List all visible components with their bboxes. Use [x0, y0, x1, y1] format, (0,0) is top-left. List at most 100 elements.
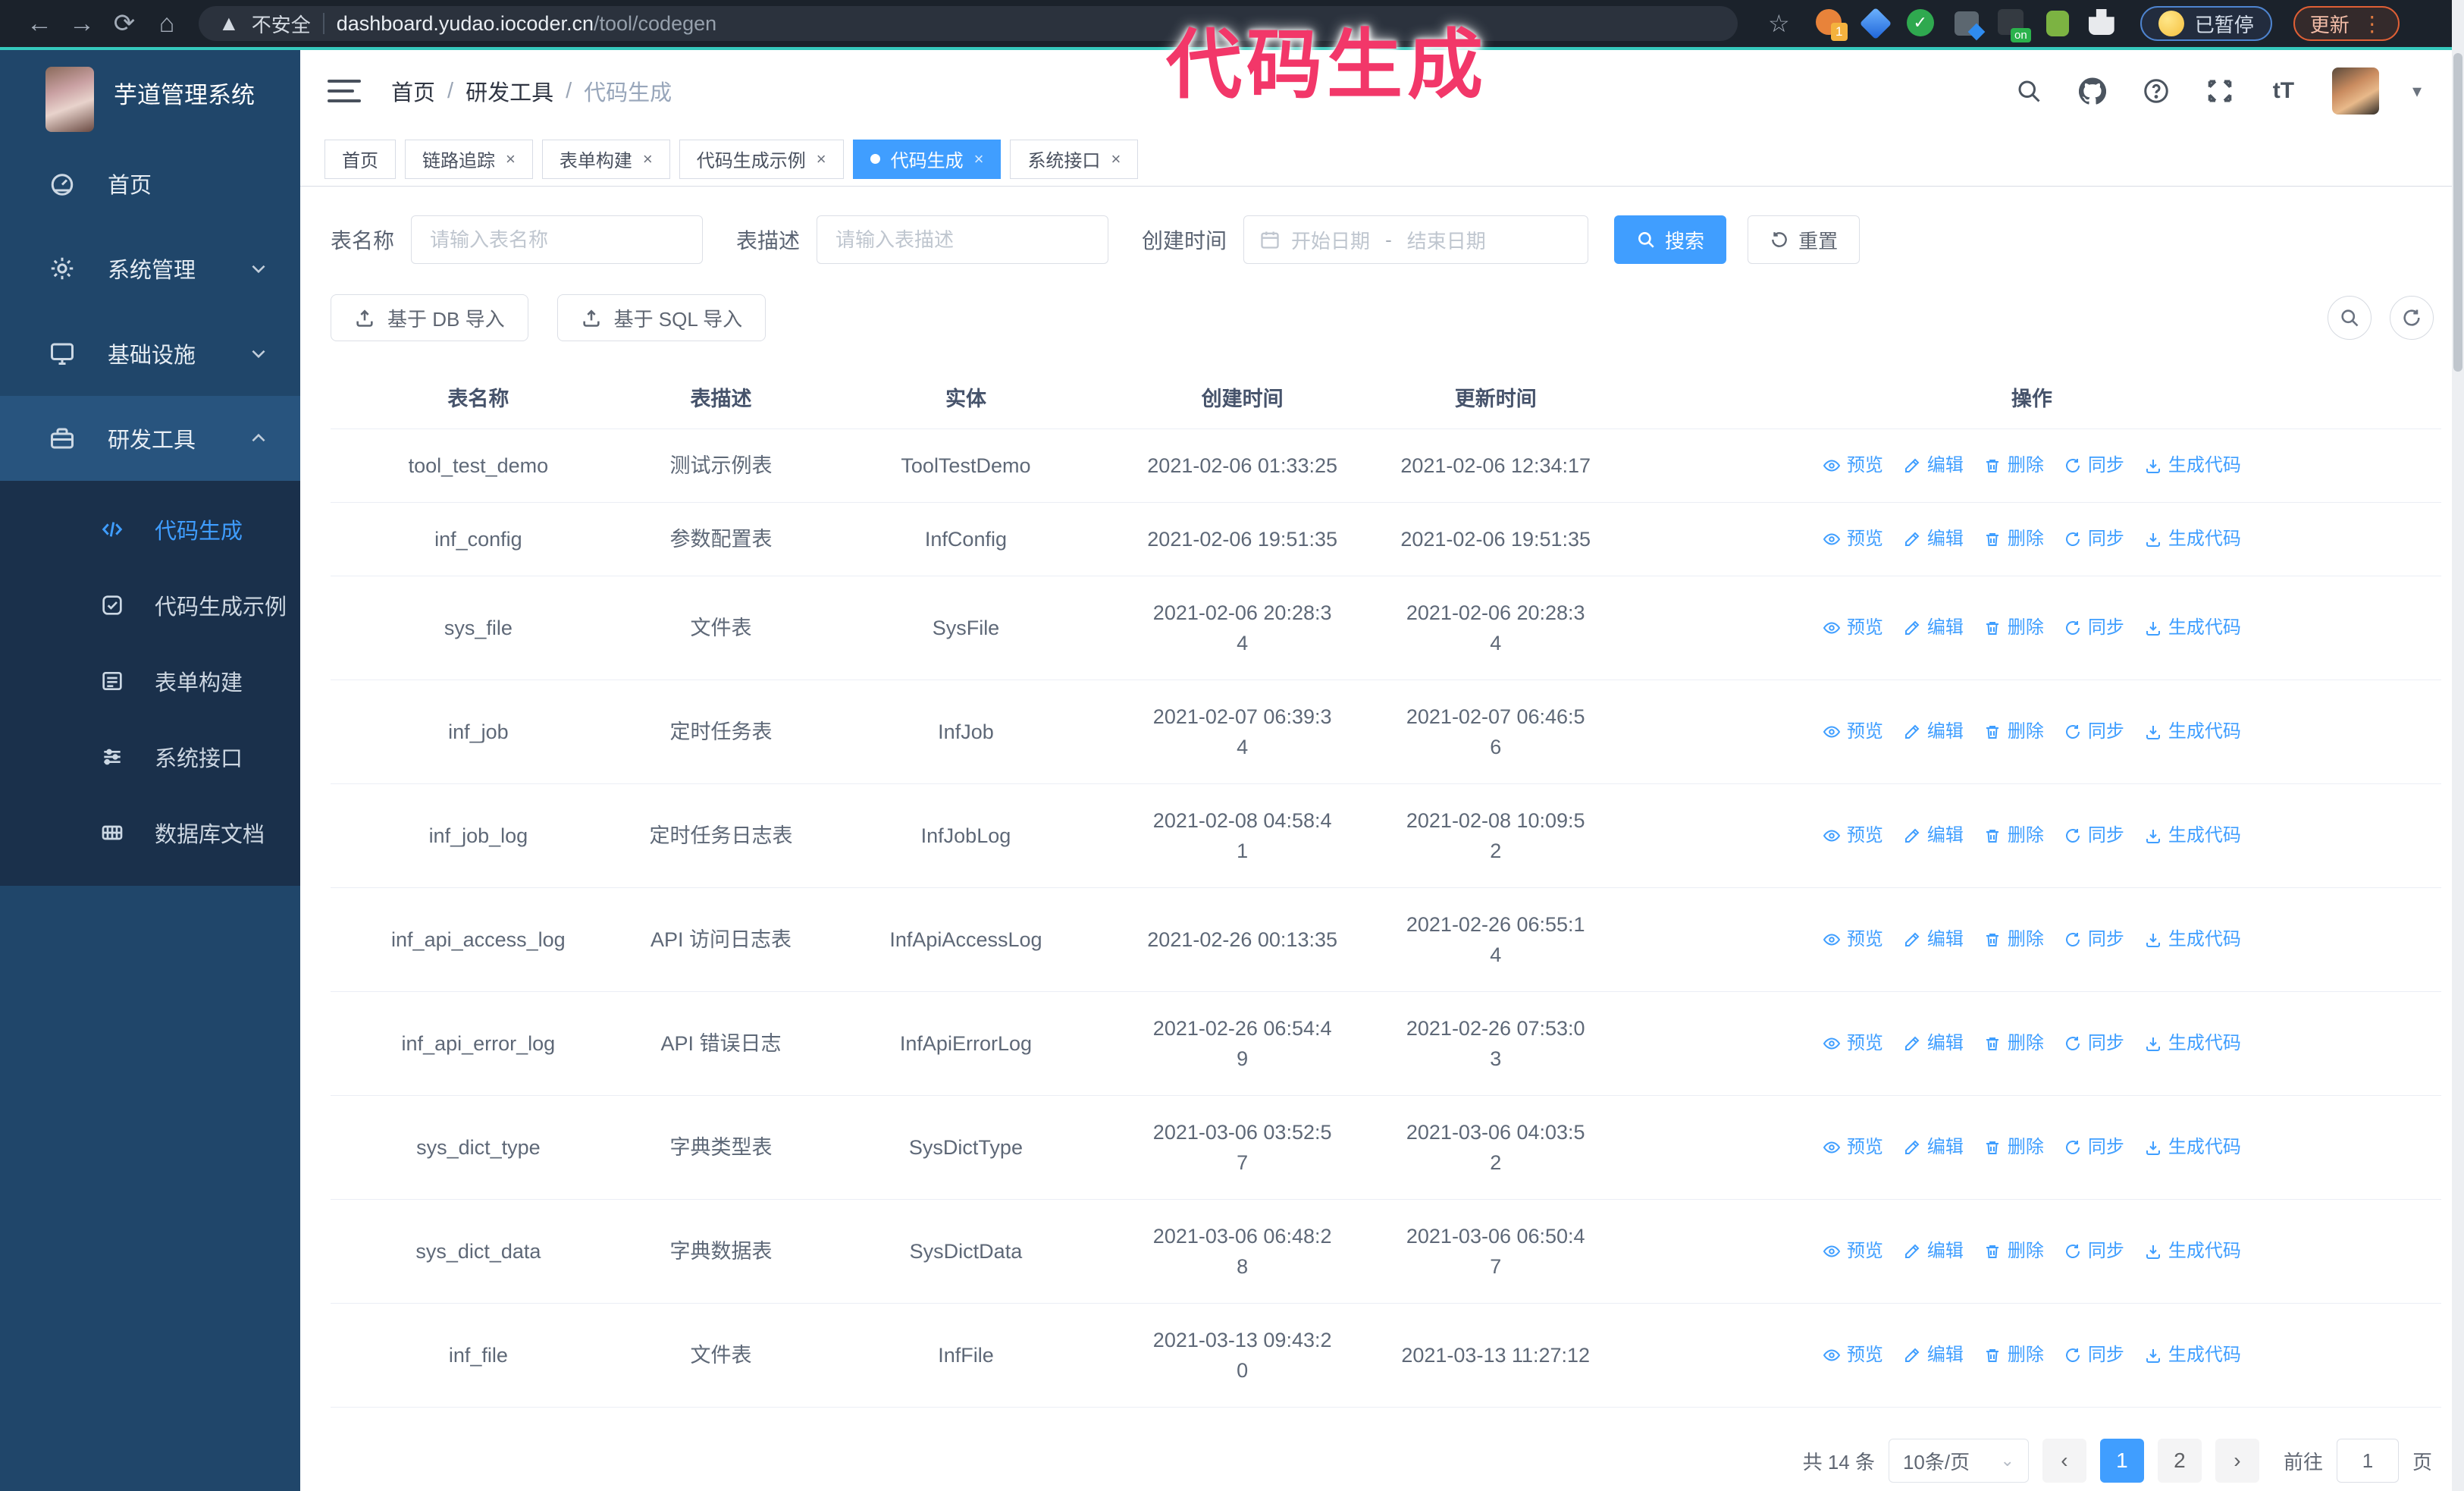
- table-name-input[interactable]: [411, 215, 704, 264]
- action-edit-link[interactable]: 编辑: [1903, 1132, 1964, 1163]
- sidebar-collapse-icon[interactable]: [328, 76, 361, 106]
- action-sync-link[interactable]: 同步: [2064, 524, 2124, 554]
- action-preview-link[interactable]: 预览: [1823, 924, 1883, 955]
- refresh-button[interactable]: [2390, 296, 2434, 340]
- import-sql-button[interactable]: 基于 SQL 导入: [556, 294, 766, 341]
- action-preview-link[interactable]: 预览: [1823, 1132, 1883, 1163]
- page-button-1[interactable]: 1: [2099, 1439, 2144, 1483]
- extension-puzzle-icon[interactable]: [2088, 9, 2118, 38]
- scrollbar-thumb[interactable]: [2453, 53, 2462, 372]
- breadcrumb-tools[interactable]: 研发工具: [466, 75, 553, 107]
- action-generate-link[interactable]: 生成代码: [2144, 524, 2241, 554]
- action-delete-link[interactable]: 删除: [1983, 1028, 2044, 1059]
- action-edit-link[interactable]: 编辑: [1903, 1340, 1964, 1370]
- action-preview-link[interactable]: 预览: [1823, 1028, 1883, 1059]
- action-preview-link[interactable]: 预览: [1823, 613, 1883, 643]
- action-edit-link[interactable]: 编辑: [1903, 924, 1964, 955]
- browser-home-icon[interactable]: ⌂: [146, 5, 188, 42]
- action-sync-link[interactable]: 同步: [2064, 1028, 2124, 1059]
- action-generate-link[interactable]: 生成代码: [2144, 821, 2241, 851]
- help-icon[interactable]: [2141, 76, 2171, 106]
- action-generate-link[interactable]: 生成代码: [2144, 450, 2241, 481]
- extension-icon[interactable]: 1: [1815, 9, 1848, 41]
- user-avatar[interactable]: [2331, 67, 2379, 115]
- action-edit-link[interactable]: 编辑: [1903, 524, 1964, 554]
- action-delete-link[interactable]: 删除: [1983, 524, 2044, 554]
- import-db-button[interactable]: 基于 DB 导入: [331, 294, 528, 341]
- action-edit-link[interactable]: 编辑: [1903, 1028, 1964, 1059]
- action-edit-link[interactable]: 编辑: [1903, 613, 1964, 643]
- fullscreen-icon[interactable]: [2205, 76, 2235, 106]
- action-sync-link[interactable]: 同步: [2064, 924, 2124, 955]
- breadcrumb-home[interactable]: 首页: [391, 75, 435, 107]
- prev-page-button[interactable]: ‹: [2042, 1439, 2086, 1483]
- avatar-caret-down-icon[interactable]: ▾: [2412, 80, 2422, 102]
- action-generate-link[interactable]: 生成代码: [2144, 613, 2241, 643]
- font-size-icon[interactable]: tT: [2268, 76, 2299, 106]
- extension-on-icon[interactable]: on: [1997, 9, 2031, 42]
- action-delete-link[interactable]: 删除: [1983, 450, 2044, 481]
- action-sync-link[interactable]: 同步: [2064, 1236, 2124, 1267]
- action-generate-link[interactable]: 生成代码: [2144, 1340, 2241, 1370]
- search-icon[interactable]: [2014, 76, 2044, 106]
- tab-5[interactable]: 系统接口 ×: [1010, 139, 1139, 179]
- sidebar-subitem-3[interactable]: 系统接口: [0, 719, 300, 795]
- tab-close-icon[interactable]: ×: [506, 149, 516, 169]
- action-generate-link[interactable]: 生成代码: [2144, 1028, 2241, 1059]
- goto-page-input[interactable]: [2336, 1439, 2399, 1483]
- bookmark-star-icon[interactable]: ☆: [1768, 9, 1790, 38]
- sidebar-item-2[interactable]: 基础设施: [0, 311, 300, 396]
- action-edit-link[interactable]: 编辑: [1903, 821, 1964, 851]
- date-range-picker[interactable]: 开始日期 - 结束日期: [1243, 215, 1589, 264]
- vertical-scrollbar[interactable]: [2452, 0, 2464, 1491]
- action-sync-link[interactable]: 同步: [2064, 613, 2124, 643]
- action-generate-link[interactable]: 生成代码: [2144, 1132, 2241, 1163]
- paused-extension-pill[interactable]: 已暂停: [2140, 6, 2272, 41]
- extension-gem-icon[interactable]: [1859, 7, 1892, 40]
- action-sync-link[interactable]: 同步: [2064, 1340, 2124, 1370]
- github-icon[interactable]: [2077, 76, 2108, 106]
- table-desc-input[interactable]: [817, 215, 1109, 264]
- extension-android-icon[interactable]: [2043, 9, 2072, 38]
- tab-close-icon[interactable]: ×: [1111, 149, 1121, 169]
- browser-forward-icon[interactable]: →: [61, 5, 103, 42]
- action-sync-link[interactable]: 同步: [2064, 717, 2124, 747]
- action-delete-link[interactable]: 删除: [1983, 821, 2044, 851]
- tab-1[interactable]: 链路追踪 ×: [405, 139, 533, 179]
- action-delete-link[interactable]: 删除: [1983, 717, 2044, 747]
- page-size-select[interactable]: 10条/页 ⌄: [1888, 1439, 2029, 1483]
- extension-grid-icon[interactable]: [1952, 9, 1981, 38]
- sidebar-item-3[interactable]: 研发工具: [0, 396, 300, 481]
- tab-4[interactable]: 代码生成 ×: [852, 139, 1002, 179]
- action-preview-link[interactable]: 预览: [1823, 717, 1883, 747]
- next-page-button[interactable]: ›: [2215, 1439, 2259, 1483]
- reset-button[interactable]: 重置: [1748, 215, 1861, 264]
- toggle-search-button[interactable]: [2328, 296, 2372, 340]
- action-preview-link[interactable]: 预览: [1823, 450, 1883, 481]
- sidebar-item-1[interactable]: 系统管理: [0, 226, 300, 311]
- tab-0[interactable]: 首页: [324, 139, 396, 179]
- action-edit-link[interactable]: 编辑: [1903, 1236, 1964, 1267]
- action-generate-link[interactable]: 生成代码: [2144, 1236, 2241, 1267]
- action-sync-link[interactable]: 同步: [2064, 1132, 2124, 1163]
- extension-check-icon[interactable]: ✓: [1906, 9, 1936, 38]
- action-generate-link[interactable]: 生成代码: [2144, 924, 2241, 955]
- tab-2[interactable]: 表单构建 ×: [541, 139, 670, 179]
- tab-3[interactable]: 代码生成示例 ×: [679, 139, 844, 179]
- action-edit-link[interactable]: 编辑: [1903, 450, 1964, 481]
- action-sync-link[interactable]: 同步: [2064, 821, 2124, 851]
- tab-close-icon[interactable]: ×: [974, 149, 984, 169]
- action-edit-link[interactable]: 编辑: [1903, 717, 1964, 747]
- browser-update-pill[interactable]: 更新 ⋮: [2293, 6, 2400, 41]
- sidebar-subitem-4[interactable]: 数据库文档: [0, 795, 300, 871]
- sidebar-subitem-1[interactable]: 代码生成示例: [0, 567, 300, 643]
- address-bar[interactable]: ▲ 不安全 dashboard.yudao.iocoder.cn/tool/co…: [199, 6, 1738, 41]
- action-delete-link[interactable]: 删除: [1983, 613, 2044, 643]
- action-delete-link[interactable]: 删除: [1983, 1236, 2044, 1267]
- action-preview-link[interactable]: 预览: [1823, 1340, 1883, 1370]
- action-delete-link[interactable]: 删除: [1983, 924, 2044, 955]
- browser-reload-icon[interactable]: ⟳: [103, 5, 146, 42]
- browser-back-icon[interactable]: ←: [18, 5, 61, 42]
- action-delete-link[interactable]: 删除: [1983, 1340, 2044, 1370]
- tab-close-icon[interactable]: ×: [817, 149, 826, 169]
